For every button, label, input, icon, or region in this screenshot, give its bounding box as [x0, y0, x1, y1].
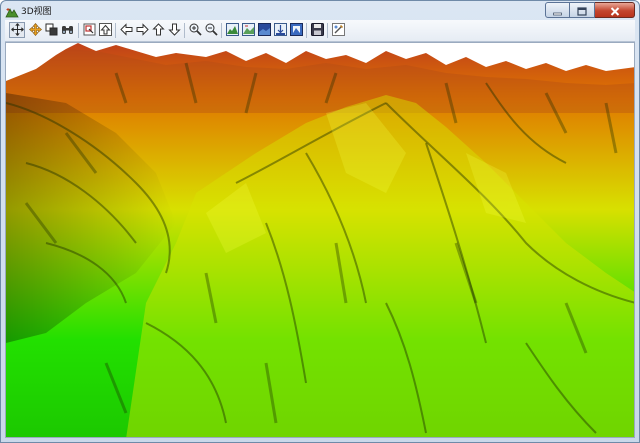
app-window: 3D视图 [0, 0, 640, 443]
caption-buttons [545, 2, 635, 18]
arrow-left-icon [119, 21, 133, 40]
select-arrow-icon [10, 21, 24, 40]
move-right-button[interactable] [134, 22, 150, 38]
texture-button[interactable] [256, 22, 272, 38]
move-up-button[interactable] [150, 22, 166, 38]
terrain-edit-button[interactable] [240, 22, 256, 38]
move-down-button[interactable] [166, 22, 182, 38]
zoom-box-icon [45, 21, 58, 40]
toolbar-separator [306, 23, 307, 38]
title-bar[interactable]: 3D视图 [1, 1, 639, 20]
zoom-box-button[interactable] [43, 22, 59, 38]
toolbar-separator [184, 23, 185, 38]
up-arrow-box-icon [98, 21, 112, 40]
elevation-button[interactable] [272, 22, 288, 38]
minimize-icon [553, 1, 562, 20]
save-icon [310, 21, 324, 40]
app-icon [5, 4, 19, 18]
binoculars-icon [61, 21, 74, 40]
close-icon [610, 1, 620, 20]
window-title: 3D视图 [21, 7, 52, 17]
fly-tool-button[interactable] [59, 22, 75, 38]
pan-tool-button[interactable] [27, 22, 43, 38]
close-button[interactable] [595, 2, 635, 18]
zoom-in-button[interactable] [187, 22, 203, 38]
go-up-button[interactable] [97, 22, 113, 38]
toolbar-separator [78, 23, 79, 38]
arrow-right-icon [136, 21, 149, 40]
terrain-layer-icon [225, 21, 239, 40]
pan-icon [28, 21, 42, 40]
move-left-button[interactable] [118, 22, 134, 38]
settings-button[interactable] [330, 22, 346, 38]
maximize-button[interactable] [570, 2, 595, 18]
select-tool-button[interactable] [9, 22, 25, 38]
zoom-in-icon [189, 21, 202, 40]
maximize-icon [577, 1, 587, 20]
minimize-button[interactable] [545, 2, 570, 18]
navigate-button[interactable] [81, 22, 97, 38]
save-button[interactable] [309, 22, 325, 38]
zoom-out-button[interactable] [203, 22, 219, 38]
terrain-edit-icon [241, 21, 255, 40]
elevation-icon [273, 21, 287, 40]
arrow-down-icon [167, 21, 181, 40]
terrain-layer-button[interactable] [224, 22, 240, 38]
settings-icon [331, 21, 345, 40]
toolbar-separator [115, 23, 116, 38]
zoom-out-icon [205, 21, 218, 40]
toolbar-separator [327, 23, 328, 38]
toolbar [5, 20, 635, 42]
exaggeration-icon [289, 21, 303, 40]
exaggeration-button[interactable] [288, 22, 304, 38]
arrow-up-icon [151, 21, 165, 40]
texture-icon [257, 21, 271, 40]
navigate-icon [83, 21, 96, 40]
3d-terrain-viewport[interactable] [5, 42, 635, 438]
terrain-render [6, 43, 634, 437]
toolbar-separator [221, 23, 222, 38]
